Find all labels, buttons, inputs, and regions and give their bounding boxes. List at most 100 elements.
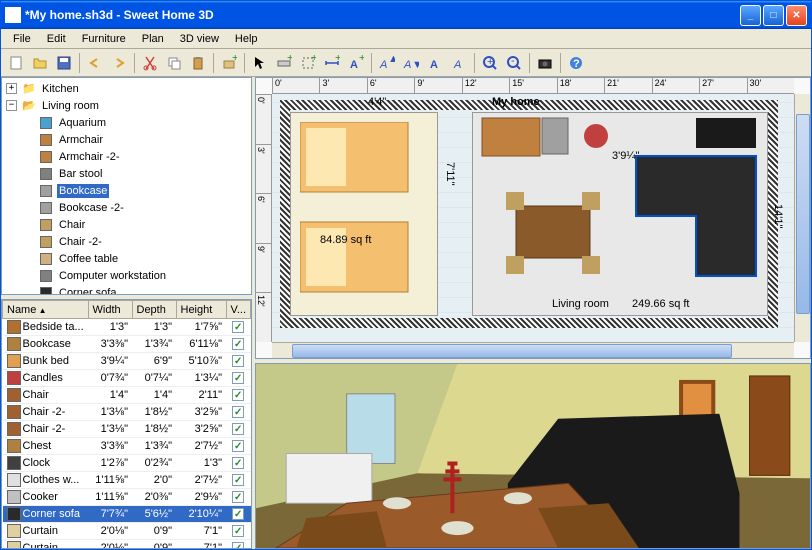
- 3d-view[interactable]: [255, 363, 811, 549]
- table-row[interactable]: Bookcase3'3⅜"1'3¾"6'11⅛"✓: [3, 336, 251, 353]
- svg-text:A: A: [430, 59, 438, 71]
- select-tool[interactable]: [249, 52, 271, 74]
- open-button[interactable]: [29, 52, 51, 74]
- paste-button[interactable]: [187, 52, 209, 74]
- help-button[interactable]: ?: [565, 52, 587, 74]
- minimize-button[interactable]: _: [740, 5, 761, 26]
- menu-file[interactable]: File: [5, 31, 39, 47]
- menu-plan[interactable]: Plan: [134, 31, 172, 47]
- tree-category[interactable]: − 📂 Living room: [4, 97, 249, 114]
- table-row[interactable]: Clothes w...1'11⅝"2'0"2'7½"✓: [3, 472, 251, 489]
- column-header[interactable]: Depth: [132, 301, 176, 319]
- depth-cell: 1'8½": [132, 404, 176, 421]
- ruler-tick: 3': [256, 144, 271, 194]
- text-bold-button[interactable]: A: [424, 52, 446, 74]
- cut-button[interactable]: [139, 52, 161, 74]
- table-row[interactable]: Clock1'2⅞"0'2¾"1'3"✓: [3, 455, 251, 472]
- visible-cell[interactable]: ✓: [226, 438, 251, 455]
- table-row[interactable]: Bunk bed3'9¼"6'9"5'10⅞"✓: [3, 353, 251, 370]
- visible-cell[interactable]: ✓: [226, 404, 251, 421]
- visible-cell[interactable]: ✓: [226, 353, 251, 370]
- table-row[interactable]: Bedside ta...1'3"1'3"1'7⅝"✓: [3, 319, 251, 336]
- photo-button[interactable]: [534, 52, 556, 74]
- visible-cell[interactable]: ✓: [226, 387, 251, 404]
- tree-item[interactable]: Aquarium: [4, 114, 249, 131]
- furniture-catalog-tree[interactable]: + 📁 Kitchen − 📂 Living room AquariumArmc…: [1, 77, 252, 295]
- svg-text:+: +: [487, 56, 493, 68]
- tree-item[interactable]: Chair: [4, 216, 249, 233]
- create-text-tool[interactable]: A+: [345, 52, 367, 74]
- tree-category[interactable]: + 📁 Kitchen: [4, 80, 249, 97]
- zoom-in-button[interactable]: +: [479, 52, 501, 74]
- visible-cell[interactable]: ✓: [226, 472, 251, 489]
- visible-cell[interactable]: ✓: [226, 523, 251, 540]
- undo-button[interactable]: [84, 52, 106, 74]
- text-italic-button[interactable]: A: [448, 52, 470, 74]
- tree-item[interactable]: Bar stool: [4, 165, 249, 182]
- visible-cell[interactable]: ✓: [226, 455, 251, 472]
- visible-cell[interactable]: ✓: [226, 370, 251, 387]
- expand-icon[interactable]: +: [6, 83, 17, 94]
- ruler-tick: 9': [256, 243, 271, 293]
- new-button[interactable]: [5, 52, 27, 74]
- table-row[interactable]: Curtain2'0⅛"0'9"7'1"✓: [3, 540, 251, 550]
- tree-item[interactable]: Chair -2-: [4, 233, 249, 250]
- menu-edit[interactable]: Edit: [39, 31, 74, 47]
- column-header[interactable]: Name: [3, 301, 89, 319]
- furniture-icon: [38, 285, 54, 296]
- create-rooms-tool[interactable]: +: [297, 52, 319, 74]
- column-header[interactable]: V...: [226, 301, 251, 319]
- maximize-button[interactable]: □: [763, 5, 784, 26]
- create-walls-tool[interactable]: +: [273, 52, 295, 74]
- redo-button[interactable]: [108, 52, 130, 74]
- main-toolbar: + + + + A+ A▲ A▼ A A + - ?: [1, 49, 811, 77]
- plan-2d-view[interactable]: 0'3'6'9'12'15'18'21'24'27'30' 0'3'6'9'12…: [255, 77, 811, 359]
- close-button[interactable]: ✕: [786, 5, 807, 26]
- vertical-scrollbar[interactable]: [794, 94, 810, 342]
- tree-item[interactable]: Computer workstation: [4, 267, 249, 284]
- column-header[interactable]: Width: [88, 301, 132, 319]
- table-row[interactable]: Chair -2-1'3⅛"1'8½"3'2⅝"✓: [3, 404, 251, 421]
- table-row[interactable]: Chair1'4"1'4"2'11"✓: [3, 387, 251, 404]
- furniture-icon: [38, 217, 54, 233]
- add-furniture-button[interactable]: +: [218, 52, 240, 74]
- menu-furniture[interactable]: Furniture: [74, 31, 134, 47]
- table-row[interactable]: Cooker1'11⅝"2'0⅜"2'9⅛"✓: [3, 489, 251, 506]
- table-row[interactable]: Curtain2'0⅛"0'9"7'1"✓: [3, 523, 251, 540]
- visible-cell[interactable]: ✓: [226, 421, 251, 438]
- visible-cell[interactable]: ✓: [226, 540, 251, 550]
- table-row[interactable]: Chest3'3⅜"1'3¾"2'7½"✓: [3, 438, 251, 455]
- tree-label: Chair: [57, 218, 87, 232]
- tree-item[interactable]: Corner sofa: [4, 284, 249, 295]
- tree-item[interactable]: Bookcase -2-: [4, 199, 249, 216]
- create-dimensions-tool[interactable]: +: [321, 52, 343, 74]
- visible-cell[interactable]: ✓: [226, 336, 251, 353]
- visible-cell[interactable]: ✓: [226, 506, 251, 523]
- table-row[interactable]: Chair -2-1'3⅛"1'8½"3'2⅝"✓: [3, 421, 251, 438]
- plan-canvas[interactable]: My home 4'4" 7'11" 84.89 sq ft: [272, 94, 794, 342]
- menu-help[interactable]: Help: [227, 31, 266, 47]
- save-button[interactable]: [53, 52, 75, 74]
- copy-button[interactable]: [163, 52, 185, 74]
- tree-item[interactable]: Coffee table: [4, 250, 249, 267]
- collapse-icon[interactable]: −: [6, 100, 17, 111]
- text-bigger-button[interactable]: A▲: [376, 52, 398, 74]
- width-cell: 1'4": [88, 387, 132, 404]
- table-row[interactable]: Candles0'7¾"0'7¼"1'3¼"✓: [3, 370, 251, 387]
- svg-text:-: -: [511, 55, 515, 67]
- menu-3d-view[interactable]: 3D view: [172, 31, 227, 47]
- ruler-tick: 15': [509, 78, 556, 93]
- visible-cell[interactable]: ✓: [226, 319, 251, 336]
- tree-item[interactable]: Armchair: [4, 131, 249, 148]
- table-row[interactable]: Corner sofa7'7¾"5'6½"2'10¼"✓: [3, 506, 251, 523]
- horizontal-scrollbar[interactable]: [272, 342, 794, 358]
- tree-item[interactable]: Armchair -2-: [4, 148, 249, 165]
- zoom-out-button[interactable]: -: [503, 52, 525, 74]
- name-cell: Curtain: [3, 523, 89, 540]
- text-smaller-button[interactable]: A▼: [400, 52, 422, 74]
- furniture-list-table[interactable]: NameWidthDepthHeightV... Bedside ta...1'…: [1, 299, 252, 549]
- titlebar: *My home.sh3d - Sweet Home 3D _ □ ✕: [1, 1, 811, 29]
- tree-item[interactable]: Bookcase: [4, 182, 249, 199]
- column-header[interactable]: Height: [176, 301, 226, 319]
- visible-cell[interactable]: ✓: [226, 489, 251, 506]
